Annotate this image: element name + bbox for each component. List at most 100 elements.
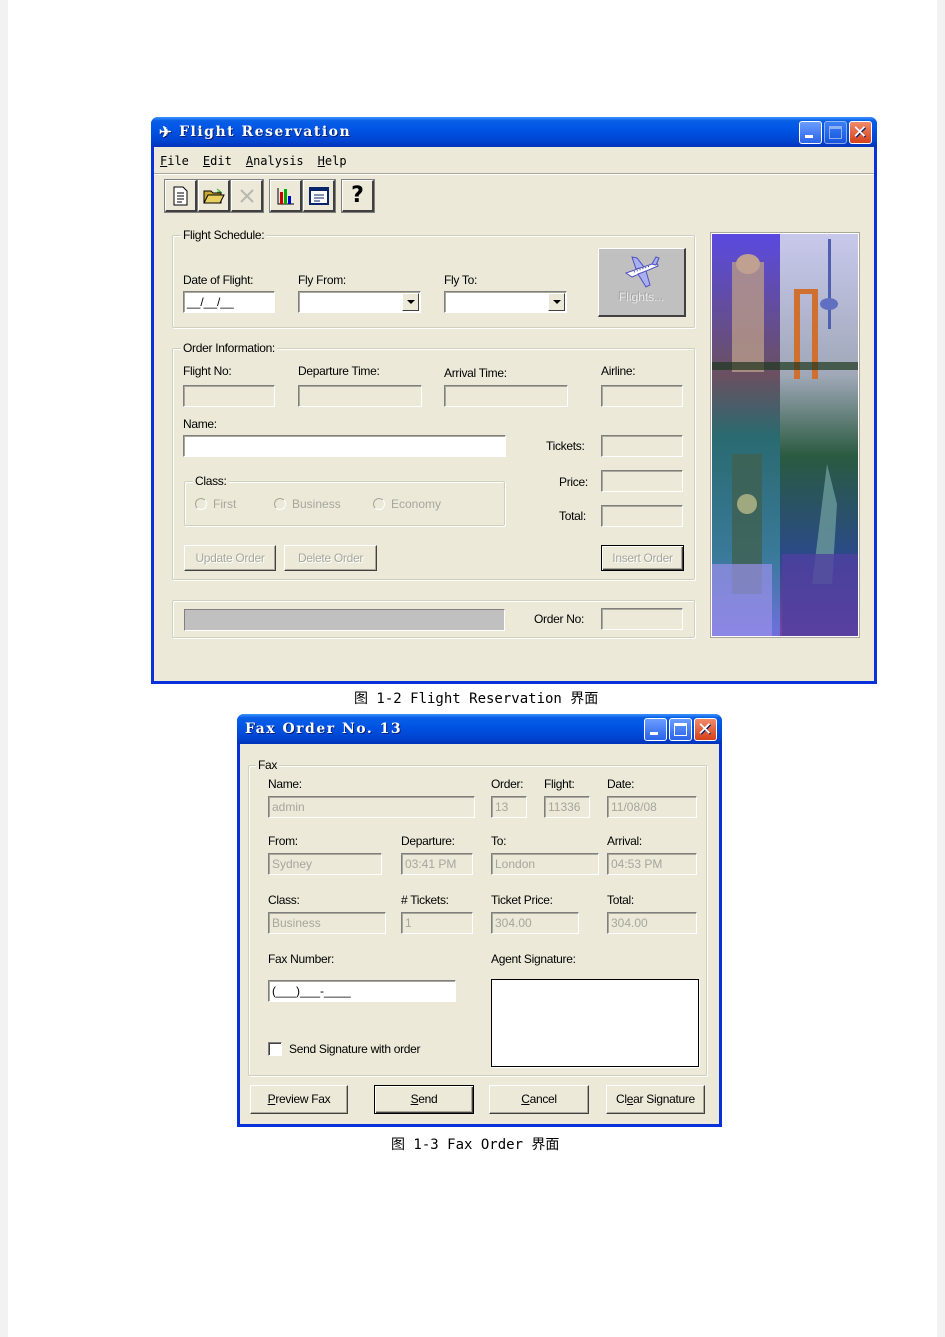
progress-bar — [184, 609, 505, 631]
update-order-button[interactable]: Update Order — [184, 545, 276, 571]
radio-icon — [274, 498, 286, 510]
form-window-icon — [308, 186, 329, 205]
clear-signature-button[interactable]: Clear Signature — [606, 1085, 705, 1114]
menu-bar: File Edit Analysis Help — [160, 154, 347, 168]
class-radio-economy[interactable]: Economy — [373, 497, 441, 511]
airplane-app-icon: ✈ — [159, 122, 174, 141]
menu-help[interactable]: Help — [318, 154, 347, 168]
menu-file[interactable]: File — [160, 154, 189, 168]
agent-signature-pad[interactable] — [491, 979, 699, 1067]
maximize-icon — [674, 723, 687, 736]
radio-label: Business — [292, 497, 341, 511]
class-radio-first[interactable]: First — [195, 497, 236, 511]
total-label: Total: — [607, 893, 634, 907]
insert-order-button[interactable]: Insert Order — [601, 545, 684, 571]
airline-label: Airline: — [601, 364, 636, 378]
cancel-button[interactable]: Cancel — [489, 1085, 589, 1114]
date-of-flight-input[interactable]: __/__/__ — [183, 291, 275, 313]
order-information-label: Order Information: — [181, 341, 277, 355]
tickets-field[interactable] — [601, 435, 683, 457]
preview-fax-button[interactable]: Preview Fax — [250, 1085, 348, 1114]
fax-order-button[interactable] — [302, 179, 336, 213]
bar-chart-icon — [277, 187, 294, 204]
airline-field — [601, 385, 683, 407]
total-field: 304.00 — [607, 912, 697, 934]
close-button[interactable]: ✕ — [849, 121, 872, 144]
flight-no-field — [183, 385, 275, 407]
tickets-label: # Tickets: — [401, 893, 449, 907]
landmarks-illustration — [712, 234, 858, 636]
menu-separator — [154, 173, 874, 175]
figure-caption-1-3: 图 1-3 Fax Order 界面 — [391, 1137, 560, 1153]
flights-button[interactable]: Flights... — [598, 248, 686, 317]
send-signature-label[interactable]: Send Signature with order — [289, 1042, 421, 1056]
class-label: Class: — [268, 893, 300, 907]
departure-time-label: Departure Time: — [298, 364, 380, 378]
fly-from-select[interactable] — [298, 291, 421, 313]
arrival-time-label: Arrival Time: — [444, 366, 507, 380]
date-field: 11/08/08 — [607, 796, 697, 818]
flight-label: Flight: — [544, 777, 575, 791]
city-collage-image — [710, 232, 860, 638]
to-field: London — [491, 853, 599, 875]
departure-label: Departure: — [401, 834, 455, 848]
new-order-button[interactable] — [164, 179, 198, 213]
class-label: Class: — [193, 474, 229, 488]
name-input[interactable] — [183, 435, 506, 457]
fax-order-window: Fax Order No. 13 ✕ Fax Name: admin Order… — [237, 714, 722, 1127]
title-bar[interactable]: Fax Order No. 13 ✕ — [237, 714, 722, 744]
figure-caption-1-2: 图 1-2 Flight Reservation 界面 — [354, 691, 599, 707]
window-title: Fax Order No. 13 — [245, 721, 403, 737]
tickets-field: 1 — [401, 912, 473, 934]
title-bar[interactable]: ✈ Flight Reservation ✕ — [151, 117, 877, 147]
maximize-button[interactable] — [824, 121, 847, 144]
arrival-time-field — [444, 385, 568, 407]
chevron-down-icon[interactable] — [548, 293, 565, 311]
maximize-button[interactable] — [669, 718, 692, 741]
ticket-price-label: Ticket Price: — [491, 893, 553, 907]
minimize-button[interactable] — [799, 121, 822, 144]
new-document-icon — [173, 186, 187, 205]
delete-order-button[interactable] — [230, 179, 264, 213]
chevron-down-icon[interactable] — [402, 293, 419, 311]
airplane-icon — [624, 256, 660, 288]
fax-number-input[interactable]: (___)___-____ — [268, 980, 456, 1002]
minimize-button[interactable] — [644, 718, 667, 741]
price-field — [601, 470, 683, 492]
ticket-price-field: 304.00 — [491, 912, 579, 934]
agent-signature-label: Agent Signature: — [491, 952, 576, 966]
delete-order-button[interactable]: Delete Order — [284, 545, 377, 571]
arrival-label: Arrival: — [607, 834, 642, 848]
send-button[interactable]: Send — [374, 1085, 474, 1114]
close-icon: ✕ — [697, 719, 714, 740]
date-label: Date: — [607, 777, 635, 791]
to-label: To: — [491, 834, 507, 848]
open-order-button[interactable] — [197, 179, 231, 213]
from-label: From: — [268, 834, 298, 848]
order-no-label: Order No: — [534, 612, 584, 626]
help-button[interactable]: ? — [341, 179, 375, 213]
tickets-label: Tickets: — [546, 439, 585, 453]
graph-button[interactable] — [269, 179, 303, 213]
help-question-icon: ? — [351, 183, 364, 208]
close-button[interactable]: ✕ — [694, 718, 717, 741]
flight-schedule-label: Flight Schedule: — [181, 228, 267, 242]
class-radio-business[interactable]: Business — [274, 497, 341, 511]
fax-number-label: Fax Number: — [268, 952, 335, 966]
menu-edit[interactable]: Edit — [203, 154, 232, 168]
fly-from-label: Fly From: — [298, 273, 346, 287]
departure-field: 03:41 PM — [401, 853, 473, 875]
menu-analysis[interactable]: Analysis — [246, 154, 304, 168]
arrival-field: 04:53 PM — [607, 853, 697, 875]
maximize-icon — [829, 126, 842, 139]
from-field: Sydney — [268, 853, 382, 875]
order-label: Order: — [491, 777, 524, 791]
minimize-icon — [650, 732, 658, 735]
window-title: Flight Reservation — [179, 124, 352, 140]
class-field: Business — [268, 912, 386, 934]
flight-field: 11336 — [544, 796, 590, 818]
close-icon: ✕ — [852, 122, 869, 143]
radio-icon — [195, 498, 207, 510]
send-signature-checkbox[interactable] — [268, 1042, 282, 1056]
fly-to-select[interactable] — [444, 291, 567, 313]
